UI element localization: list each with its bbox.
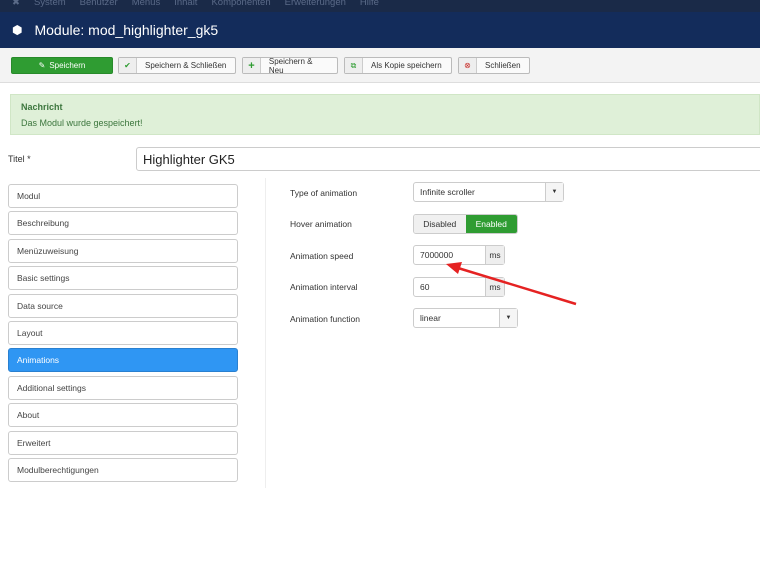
red-arrow-annotation [446,262,577,306]
